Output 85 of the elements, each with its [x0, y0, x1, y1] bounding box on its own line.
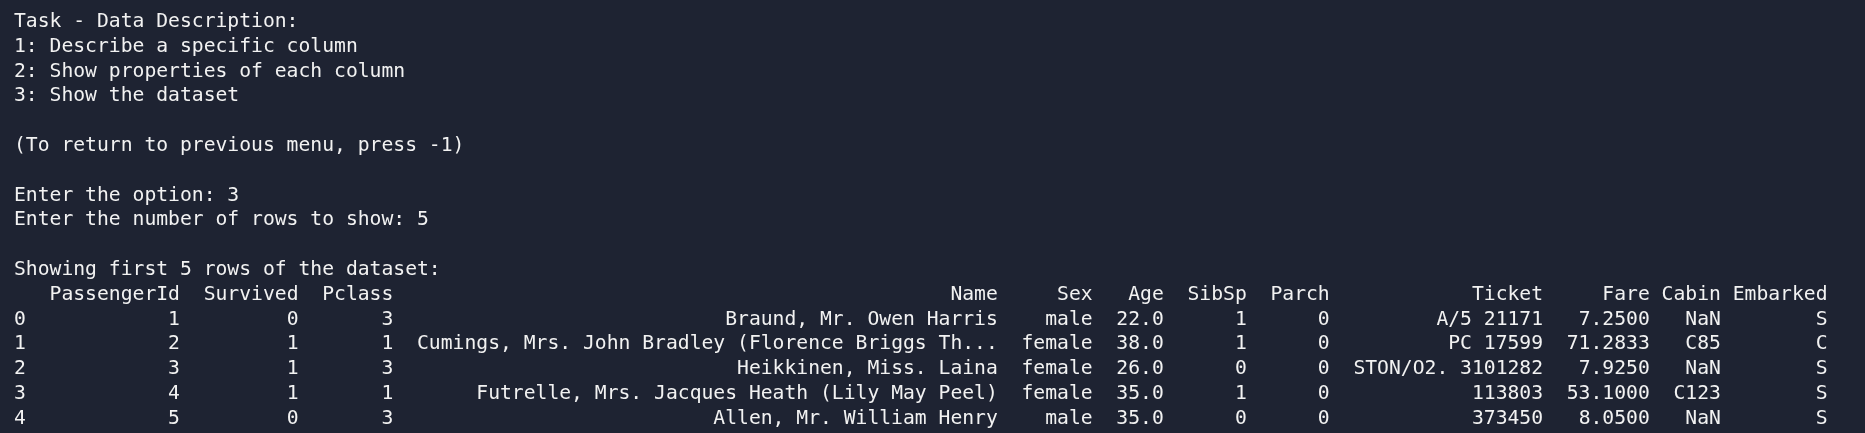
- table-cell: NaN: [1685, 356, 1721, 380]
- row-index: 4: [14, 405, 26, 429]
- terminal-line: Enter the number of rows to show: 5: [14, 207, 430, 233]
- table-cell: female: [1021, 331, 1093, 355]
- terminal-line: 2: Show properties of each column: [14, 58, 407, 84]
- column-header: SibSp: [1187, 281, 1247, 305]
- table-cell: 38.0: [1116, 331, 1164, 355]
- table-cell: 0: [1317, 356, 1330, 380]
- table-cell: male: [1045, 405, 1093, 429]
- table-cell: STON/O2. 3101282: [1353, 356, 1544, 380]
- column-header: PassengerId: [49, 281, 180, 305]
- table-cell: C123: [1673, 380, 1721, 404]
- table-cell: Braund, Mr. Owen Harris: [725, 306, 998, 330]
- table-cell: 71.2833: [1566, 331, 1650, 355]
- table-caption: Showing first 5 rows of the dataset:: [14, 256, 442, 282]
- table-cell: 0: [1234, 405, 1247, 429]
- table-cell: 3: [381, 356, 394, 380]
- table-cell: 53.1000: [1566, 380, 1650, 404]
- table-cell: 3: [168, 356, 180, 380]
- table-cell: C85: [1685, 331, 1721, 355]
- table-cell: 1: [381, 380, 394, 404]
- table-cell: 0: [1317, 306, 1330, 330]
- row-index: 3: [14, 380, 26, 404]
- table-cell: 22.0: [1116, 306, 1164, 330]
- table-cell: Allen, Mr. William Henry: [713, 405, 998, 429]
- column-header: Age: [1128, 281, 1164, 305]
- column-header: Parch: [1270, 281, 1330, 305]
- table-cell: S: [1815, 306, 1828, 330]
- table-cell: 0: [1234, 356, 1247, 380]
- terminal-line: Task - Data Description:: [14, 9, 300, 34]
- table-cell: 0: [286, 405, 299, 429]
- row-index: 0: [14, 306, 26, 330]
- table-cell: female: [1021, 380, 1093, 404]
- table-cell: 1: [286, 331, 299, 355]
- table-cell: NaN: [1685, 405, 1721, 429]
- table-cell: 1: [286, 356, 299, 380]
- terminal-line: Enter the option: 3: [14, 182, 241, 208]
- table-cell: male: [1045, 306, 1093, 330]
- table-cell: 1: [286, 380, 299, 404]
- table-cell: 3: [381, 405, 394, 429]
- table-cell: A/5 21171: [1436, 306, 1544, 330]
- table-cell: C: [1815, 331, 1828, 355]
- terminal-line: 3: Show the dataset: [14, 83, 241, 109]
- column-header: Name: [950, 281, 998, 305]
- table-cell: 1: [1234, 331, 1247, 355]
- column-header: Cabin: [1661, 281, 1721, 305]
- table-cell: 1: [168, 306, 180, 330]
- table-cell: 8.0500: [1578, 405, 1650, 429]
- table-cell: 373450: [1471, 405, 1544, 429]
- column-header: Survived: [203, 281, 299, 305]
- row-index: 1: [14, 331, 26, 355]
- table-cell: Cumings, Mrs. John Bradley (Florence Briggs Th...: [417, 331, 998, 355]
- table-cell: 0: [286, 306, 299, 330]
- table-cell: 0: [1317, 331, 1330, 355]
- table-cell: S: [1815, 405, 1828, 429]
- table-cell: S: [1815, 380, 1828, 404]
- table-cell: 7.2500: [1578, 306, 1650, 330]
- terminal-line: 1: Describe a specific column: [14, 33, 359, 59]
- table-cell: 5: [168, 405, 180, 429]
- terminal-line: (To return to previous menu, press -1): [14, 133, 466, 158]
- table-cell: NaN: [1685, 306, 1721, 330]
- table-cell: PC 17599: [1448, 331, 1544, 355]
- table-cell: 0: [1317, 405, 1330, 429]
- table-cell: 35.0: [1116, 405, 1164, 429]
- row-index: 2: [14, 356, 26, 380]
- table-cell: 26.0: [1116, 356, 1164, 380]
- table-cell: 1: [381, 331, 394, 355]
- table-cell: 113803: [1471, 380, 1544, 404]
- column-header: Sex: [1057, 281, 1093, 305]
- column-header: Pclass: [322, 281, 394, 305]
- table-cell: Heikkinen, Miss. Laina: [737, 356, 998, 380]
- column-header: Embarked: [1732, 281, 1828, 305]
- table-cell: 2: [168, 331, 180, 355]
- table-cell: 0: [1317, 380, 1330, 404]
- table-cell: S: [1815, 356, 1828, 380]
- table-cell: 3: [381, 306, 394, 330]
- table-cell: 35.0: [1116, 380, 1164, 404]
- table-cell: 4: [168, 380, 180, 404]
- column-header: Ticket: [1471, 281, 1544, 305]
- table-cell: 7.9250: [1578, 356, 1650, 380]
- table-cell: 1: [1234, 380, 1247, 404]
- column-header: Fare: [1602, 281, 1650, 305]
- table-cell: female: [1021, 356, 1093, 380]
- table-cell: 1: [1234, 306, 1247, 330]
- table-cell: Futrelle, Mrs. Jacques Heath (Lily May Peel): [476, 380, 998, 404]
